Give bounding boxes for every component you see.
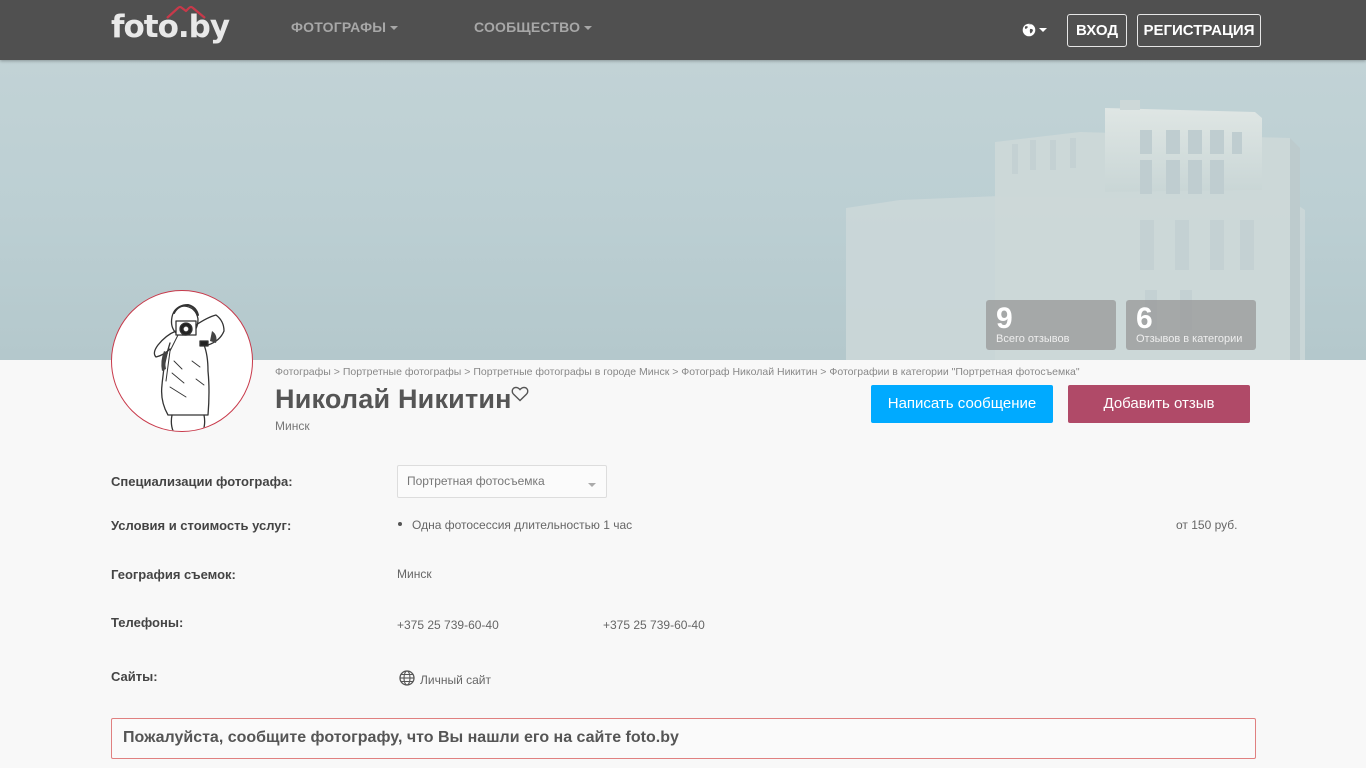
breadcrumb-separator: >: [820, 366, 827, 378]
specialization-selected: Портретная фотосъемка: [407, 474, 545, 488]
stat-total-reviews-label: Всего отзывов: [996, 333, 1070, 345]
breadcrumb-photographer[interactable]: Фотограф Николай Никитин: [681, 366, 817, 378]
send-message-button[interactable]: Написать сообщение: [871, 385, 1053, 423]
photographer-city: Минск: [275, 419, 310, 433]
personal-site-link[interactable]: Личный сайт: [420, 673, 491, 687]
nav-photographers-label: ФОТОГРАФЫ: [291, 19, 387, 35]
breadcrumb-separator: >: [464, 366, 471, 378]
stat-total-reviews-value: 9: [996, 302, 1013, 335]
site-header: foto.by ФОТОГРАФЫ СООБЩЕСТВО ВХОД РЕГИСТ…: [0, 0, 1366, 60]
chevron-down-icon: [390, 26, 399, 31]
phones-label: Телефоны:: [111, 615, 184, 630]
sites-label: Сайты:: [111, 669, 158, 684]
breadcrumb-separator: >: [333, 366, 340, 378]
language-selector[interactable]: [1022, 20, 1048, 40]
breadcrumb-category-photos[interactable]: Фотографии в категории "Портретная фотос…: [829, 366, 1079, 378]
stat-category-reviews: 6 Отзывов в категории: [1126, 300, 1256, 350]
geography-label: География съемок:: [111, 567, 236, 582]
site-logo[interactable]: foto.by: [111, 5, 241, 48]
stat-category-reviews-label: Отзывов в категории: [1136, 333, 1243, 345]
breadcrumb-photographers[interactable]: Фотографы: [275, 366, 331, 378]
stat-category-reviews-value: 6: [1136, 302, 1153, 335]
nav-community-label: СООБЩЕСТВО: [474, 19, 581, 35]
chevron-down-icon: [588, 483, 596, 487]
globe-icon: [399, 670, 415, 686]
service-name: Одна фотосессия длительностью 1 час: [412, 518, 633, 532]
stat-total-reviews: 9 Всего отзывов: [986, 300, 1116, 350]
add-review-button[interactable]: Добавить отзыв: [1068, 385, 1250, 423]
avatar[interactable]: [111, 290, 253, 432]
register-button[interactable]: РЕГИСТРАЦИЯ: [1137, 14, 1261, 47]
logo-text: foto.by: [111, 9, 230, 45]
nav-photographers[interactable]: ФОТОГРАФЫ: [291, 19, 399, 35]
breadcrumb-portrait-minsk[interactable]: Портретные фотографы в городе Минск: [473, 366, 669, 378]
chevron-down-icon: [1039, 28, 1047, 32]
heart-icon[interactable]: [511, 386, 529, 402]
phone-number[interactable]: +375 25 739-60-40: [397, 618, 499, 632]
specialization-select[interactable]: Портретная фотосъемка: [397, 465, 607, 498]
nav-community[interactable]: СООБЩЕСТВО: [474, 19, 593, 35]
phone-number[interactable]: +375 25 739-60-40: [603, 618, 705, 632]
breadcrumb-separator: >: [672, 366, 679, 378]
bullet-icon: [398, 522, 402, 526]
breadcrumb: Фотографы > Портретные фотографы > Портр…: [275, 366, 1080, 378]
photographer-name: Николай Никитин: [275, 384, 512, 414]
notice-box: Пожалуйста, сообщите фотографу, что Вы н…: [111, 718, 1256, 759]
specializations-label: Специализации фотографа:: [111, 474, 293, 489]
services-label: Условия и стоимость услуг:: [111, 518, 292, 533]
photographer-sketch-image: [153, 304, 225, 431]
login-button[interactable]: ВХОД: [1067, 14, 1127, 47]
globe-icon: [1022, 23, 1036, 37]
service-price: от 150 руб.: [1176, 518, 1238, 532]
breadcrumb-portrait-photographers[interactable]: Портретные фотографы: [343, 366, 462, 378]
chevron-down-icon: [584, 26, 593, 31]
notice-text: Пожалуйста, сообщите фотографу, что Вы н…: [123, 729, 679, 746]
geography-value: Минск: [397, 567, 432, 581]
